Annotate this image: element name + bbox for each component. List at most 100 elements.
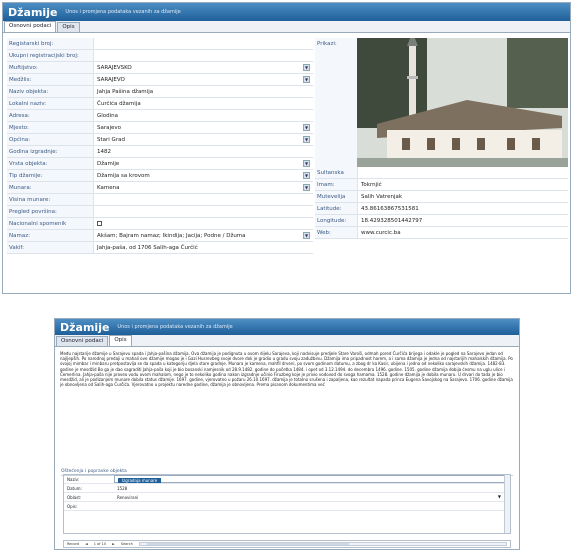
vertical-scrollbar[interactable] <box>504 475 510 533</box>
window-subtitle: Unos i promjena podataka vezanih za džam… <box>117 324 233 330</box>
right-row: Web: www.curcic.ba <box>315 227 568 239</box>
chevron-down-icon[interactable]: ▼ <box>303 124 310 131</box>
field-value: Jahja Pašina džamija <box>97 89 154 95</box>
repairs-grid: Naziv: Izgradnja munare Datum: 1528 Oblast: R… <box>63 474 511 534</box>
chevron-down-icon[interactable]: ▼ <box>303 232 310 239</box>
field-label: Adresa: <box>7 110 93 121</box>
field-input[interactable]: 1482 <box>93 146 313 157</box>
chevron-down-icon[interactable]: ▼ <box>303 136 310 143</box>
field-label: Imam: <box>315 179 357 190</box>
chevron-down-icon[interactable]: ▼ <box>303 160 310 167</box>
main-form-window: Džamije Unos i promjena podataka vezanih… <box>2 2 571 294</box>
right-row: Mutevelija Salih Vatrenjak <box>315 191 568 203</box>
nacionalni-spomenik-checkbox[interactable] <box>97 221 102 226</box>
description-text[interactable]: Među najstarije džamije u Sarajevu spada… <box>55 347 519 465</box>
field-label: Ukupni registracijski broj: <box>7 50 93 61</box>
grid-label: Oblast: <box>67 495 82 500</box>
horizontal-scrollbar[interactable] <box>138 542 507 546</box>
field-select[interactable]: Sarajevo ▼ <box>93 122 313 133</box>
field-value: 1482 <box>97 149 111 155</box>
form-row: Adresa: Glodina <box>7 110 313 122</box>
field-label: Nacionalni spomenik <box>7 218 93 229</box>
window-title: Džamije <box>8 5 58 19</box>
chevron-down-icon[interactable]: ▼ <box>303 172 310 179</box>
field-label: Medžlis: <box>7 74 93 85</box>
field-select[interactable]: SARAJEVO ▼ <box>93 74 313 85</box>
field-label: Visina munare: <box>7 194 93 205</box>
field-label: Web: <box>315 227 357 238</box>
chevron-down-icon[interactable]: ▼ <box>303 64 310 71</box>
field-value: Stari Grad <box>97 137 125 143</box>
grid-input[interactable]: Renovirani ▼ <box>114 493 510 501</box>
field-input[interactable]: 18.429328501442797 <box>357 215 568 226</box>
field-label: Longitude: <box>315 215 357 226</box>
field-select[interactable]: Stari Grad ▼ <box>93 134 313 145</box>
field-input[interactable]: Tokrnjić <box>357 179 568 190</box>
description-window: Džamije Unos i promjena podataka vezanih… <box>54 318 520 550</box>
form-row: Općina: Stari Grad ▼ <box>7 134 313 146</box>
window-title: Džamije <box>60 320 110 334</box>
field-input[interactable] <box>93 206 313 217</box>
field-select[interactable]: Džamija sa krovom ▼ <box>93 170 313 181</box>
field-label: Sultanska <box>315 167 357 178</box>
grid-value: 1528 <box>117 486 128 491</box>
field-value: Glodina <box>97 113 119 119</box>
grid-input[interactable]: Izgradnja munare <box>114 475 510 483</box>
field-input[interactable] <box>93 218 313 229</box>
field-value: Akšam; Bajram namaz; Ikindija; Jacija; P… <box>97 233 246 239</box>
pager-next-icon[interactable]: ► <box>112 542 115 546</box>
photo-row: Prikazi: <box>315 38 568 167</box>
field-label: Namaz: <box>7 230 93 241</box>
grid-label: Opis: <box>67 504 78 509</box>
pager-position: 1 of 10 <box>93 542 107 546</box>
field-input[interactable] <box>93 50 313 61</box>
field-input[interactable]: Glodina <box>93 110 313 121</box>
tab-opis[interactable]: Opis <box>109 335 132 346</box>
right-row: Longitude: 18.429328501442797 <box>315 215 568 227</box>
grid-input[interactable]: 1528 <box>114 484 510 492</box>
tab-bar: Osnovni podaci Opis <box>55 335 519 347</box>
form-row: Godina izgradnje: 1482 <box>7 146 313 158</box>
field-select[interactable]: SARAJEVSKO ▼ <box>93 62 313 73</box>
form-row: Naziv objekta: Jahja Pašina džamija <box>7 86 313 98</box>
tab-opis[interactable]: Opis <box>57 22 80 32</box>
field-input[interactable] <box>93 194 313 205</box>
pager-prev-icon[interactable]: ◄ <box>85 542 88 546</box>
table-row: Opis: <box>64 502 510 511</box>
grid-input[interactable] <box>114 502 510 510</box>
mosque-photo[interactable] <box>357 38 568 167</box>
field-input[interactable]: Jahja-paša, od 1706 Salih-aga Čurčić <box>93 242 313 253</box>
form-row: Tip džamije: Džamija sa krovom ▼ <box>7 170 313 182</box>
page-root: Džamije Unos i promjena podataka vezanih… <box>0 0 573 552</box>
field-label: Vakif: <box>7 242 93 253</box>
field-label: Registarski broj: <box>7 38 93 49</box>
field-label: Pregled površina: <box>7 206 93 217</box>
form-row: Pregled površina: <box>7 206 313 218</box>
field-input[interactable]: Jahja Pašina džamija <box>93 86 313 97</box>
grid-label: Datum: <box>67 486 82 491</box>
field-input[interactable]: Čurčića džamija <box>93 98 313 109</box>
field-input[interactable]: Salih Vatrenjak <box>357 191 568 202</box>
mosque-photo-image <box>357 38 568 167</box>
field-input[interactable] <box>357 167 568 178</box>
window-subtitle: Unos i promjena podataka vezanih za džam… <box>65 9 181 15</box>
field-input[interactable]: www.curcic.ba <box>357 227 568 238</box>
field-select[interactable]: Akšam; Bajram namaz; Ikindija; Jacija; P… <box>93 230 313 241</box>
record-pager: Record ◄ 1 of 10 ► Search <box>63 540 511 548</box>
tab-osnovni-podaci[interactable]: Osnovni podaci <box>4 21 57 32</box>
chevron-down-icon[interactable]: ▼ <box>498 494 501 499</box>
field-select[interactable]: Kamena ▼ <box>93 182 313 193</box>
field-select[interactable]: Džamije ▼ <box>93 158 313 169</box>
mosque-form: Registarski broj: Ukupni registracijski b… <box>7 38 313 254</box>
form-row: Nacionalni spomenik <box>7 218 313 230</box>
field-label: Tip džamije: <box>7 170 93 181</box>
chevron-down-icon[interactable]: ▼ <box>303 76 310 83</box>
form-row: Vrsta objekta: Džamije ▼ <box>7 158 313 170</box>
tab-osnovni-podaci[interactable]: Osnovni podaci <box>56 336 109 346</box>
chevron-down-icon[interactable]: ▼ <box>303 184 310 191</box>
form-row: Lokalni naziv: Čurčića džamija <box>7 98 313 110</box>
pager-search-label[interactable]: Search <box>121 542 133 546</box>
right-fields: Sultanska Imam: Tokrnjić Mutevelija Salih Va… <box>315 167 568 239</box>
field-input[interactable]: 43.86163867531581 <box>357 203 568 214</box>
field-input[interactable] <box>93 38 313 49</box>
